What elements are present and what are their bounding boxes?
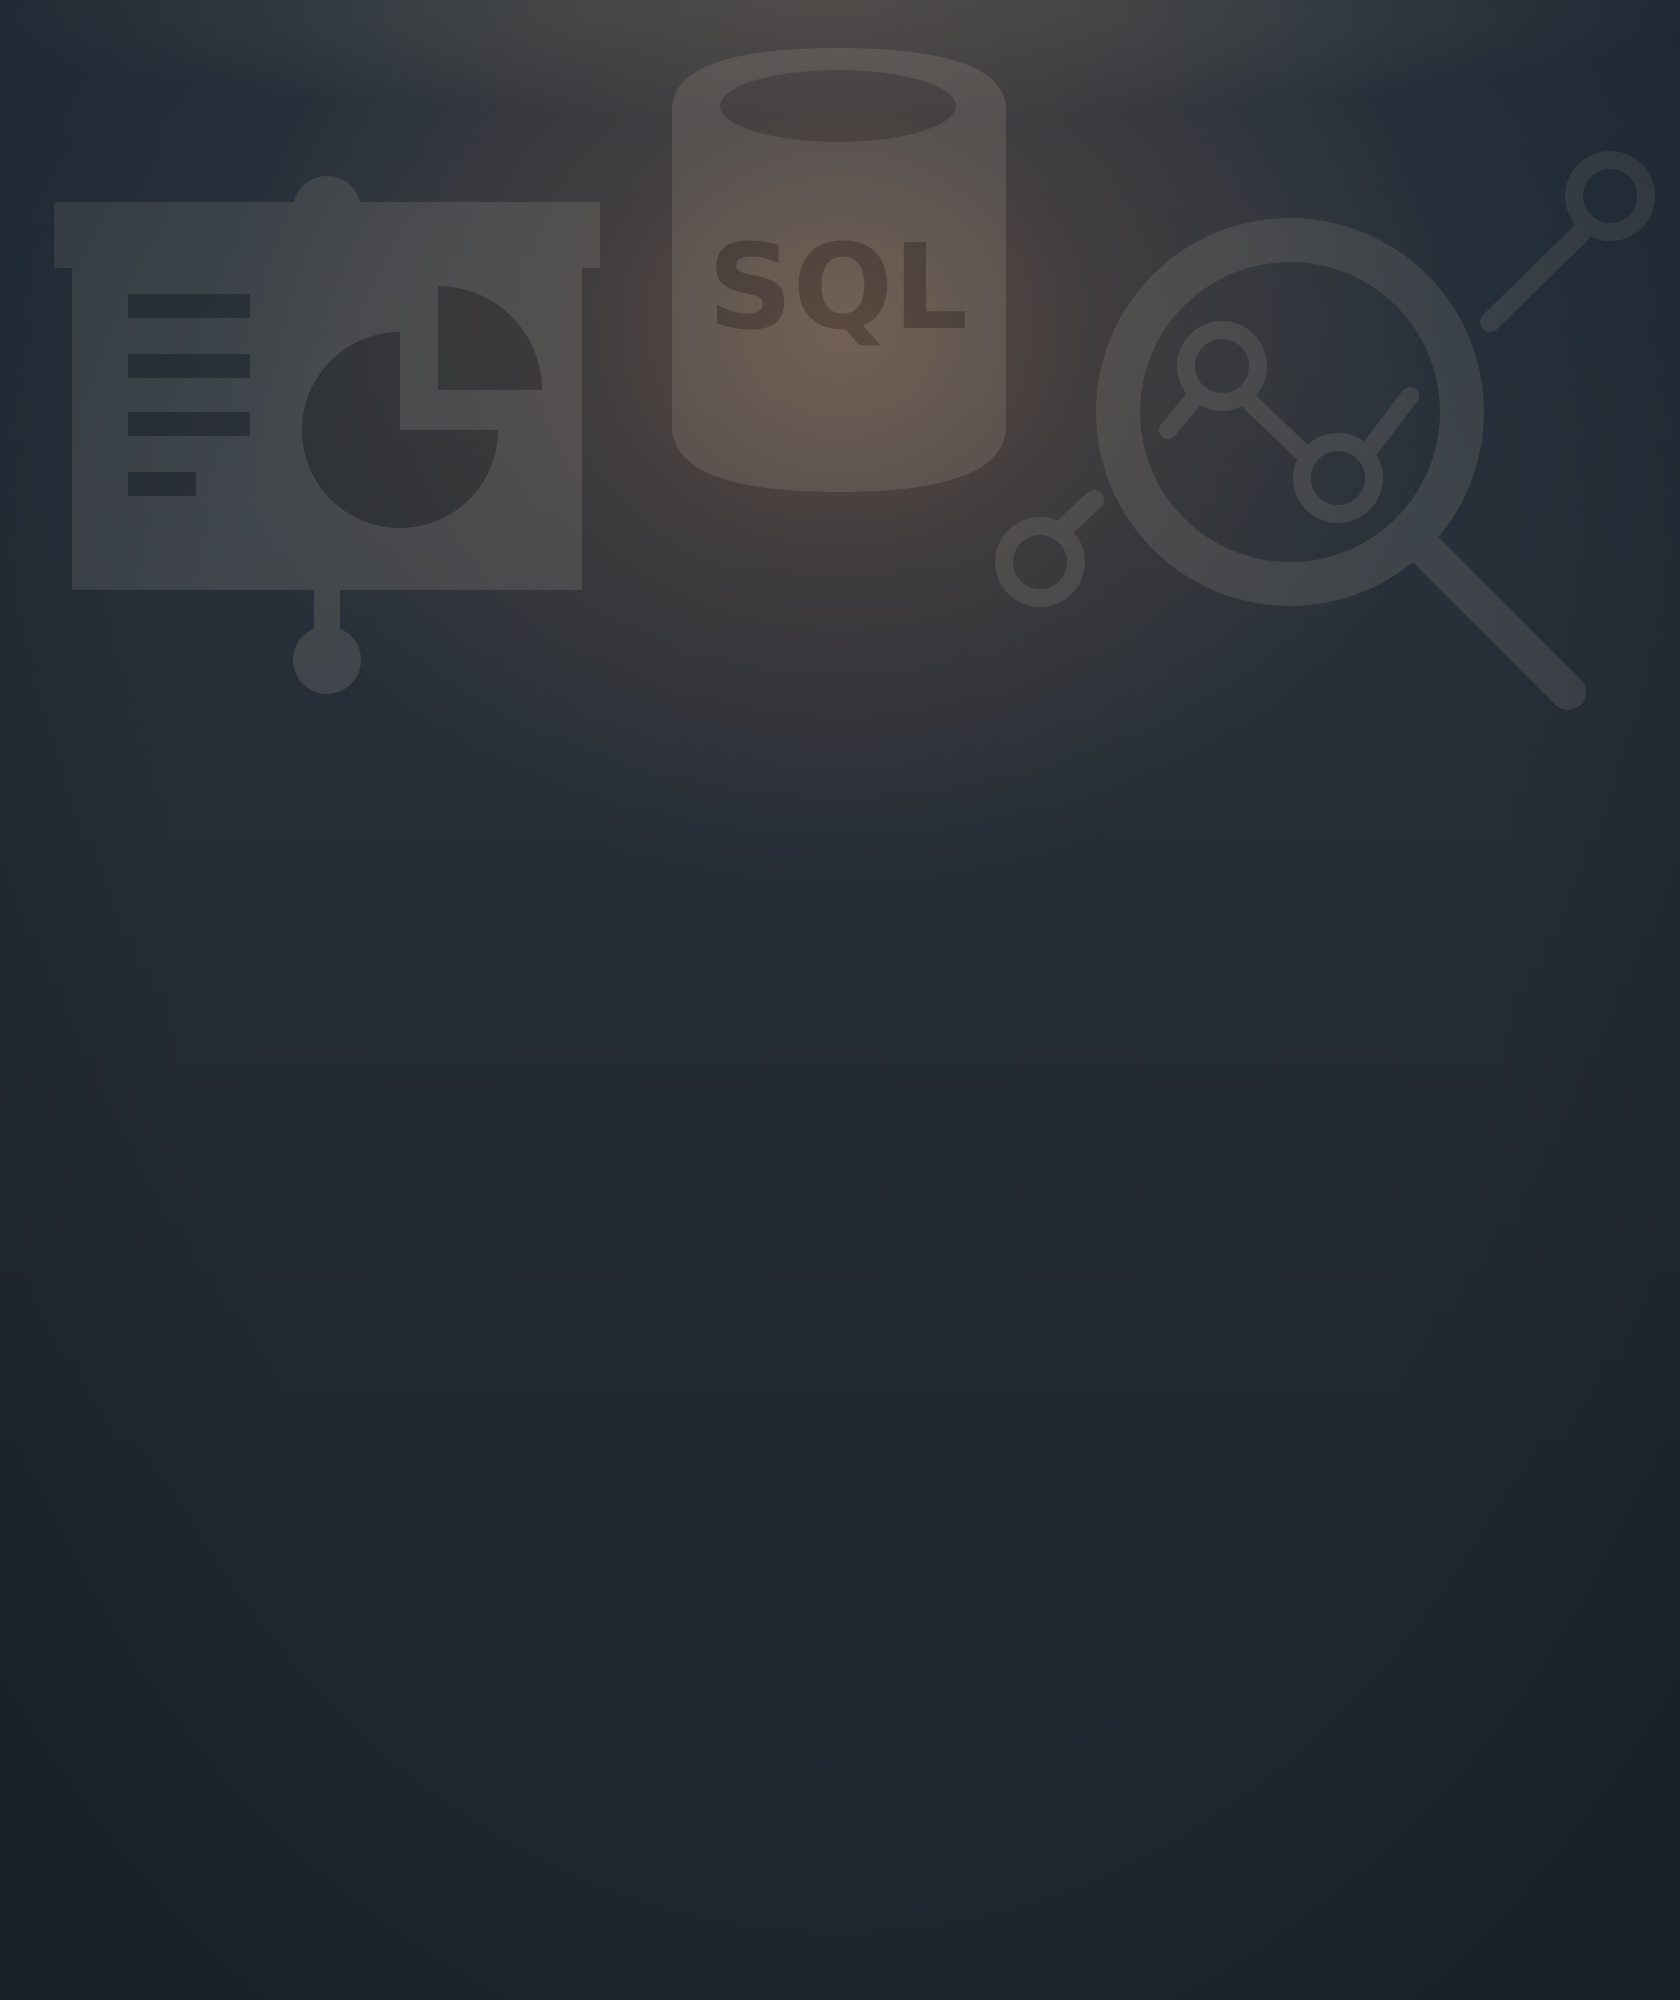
magnifier-graph-icon [995, 151, 1655, 710]
database-label: SQL [708, 218, 969, 356]
presentation-board-icon [54, 176, 600, 694]
page-background: SQL [0, 0, 1680, 2000]
hero-illustration: SQL [0, 0, 1680, 740]
sql-database-icon: SQL [672, 48, 1006, 492]
